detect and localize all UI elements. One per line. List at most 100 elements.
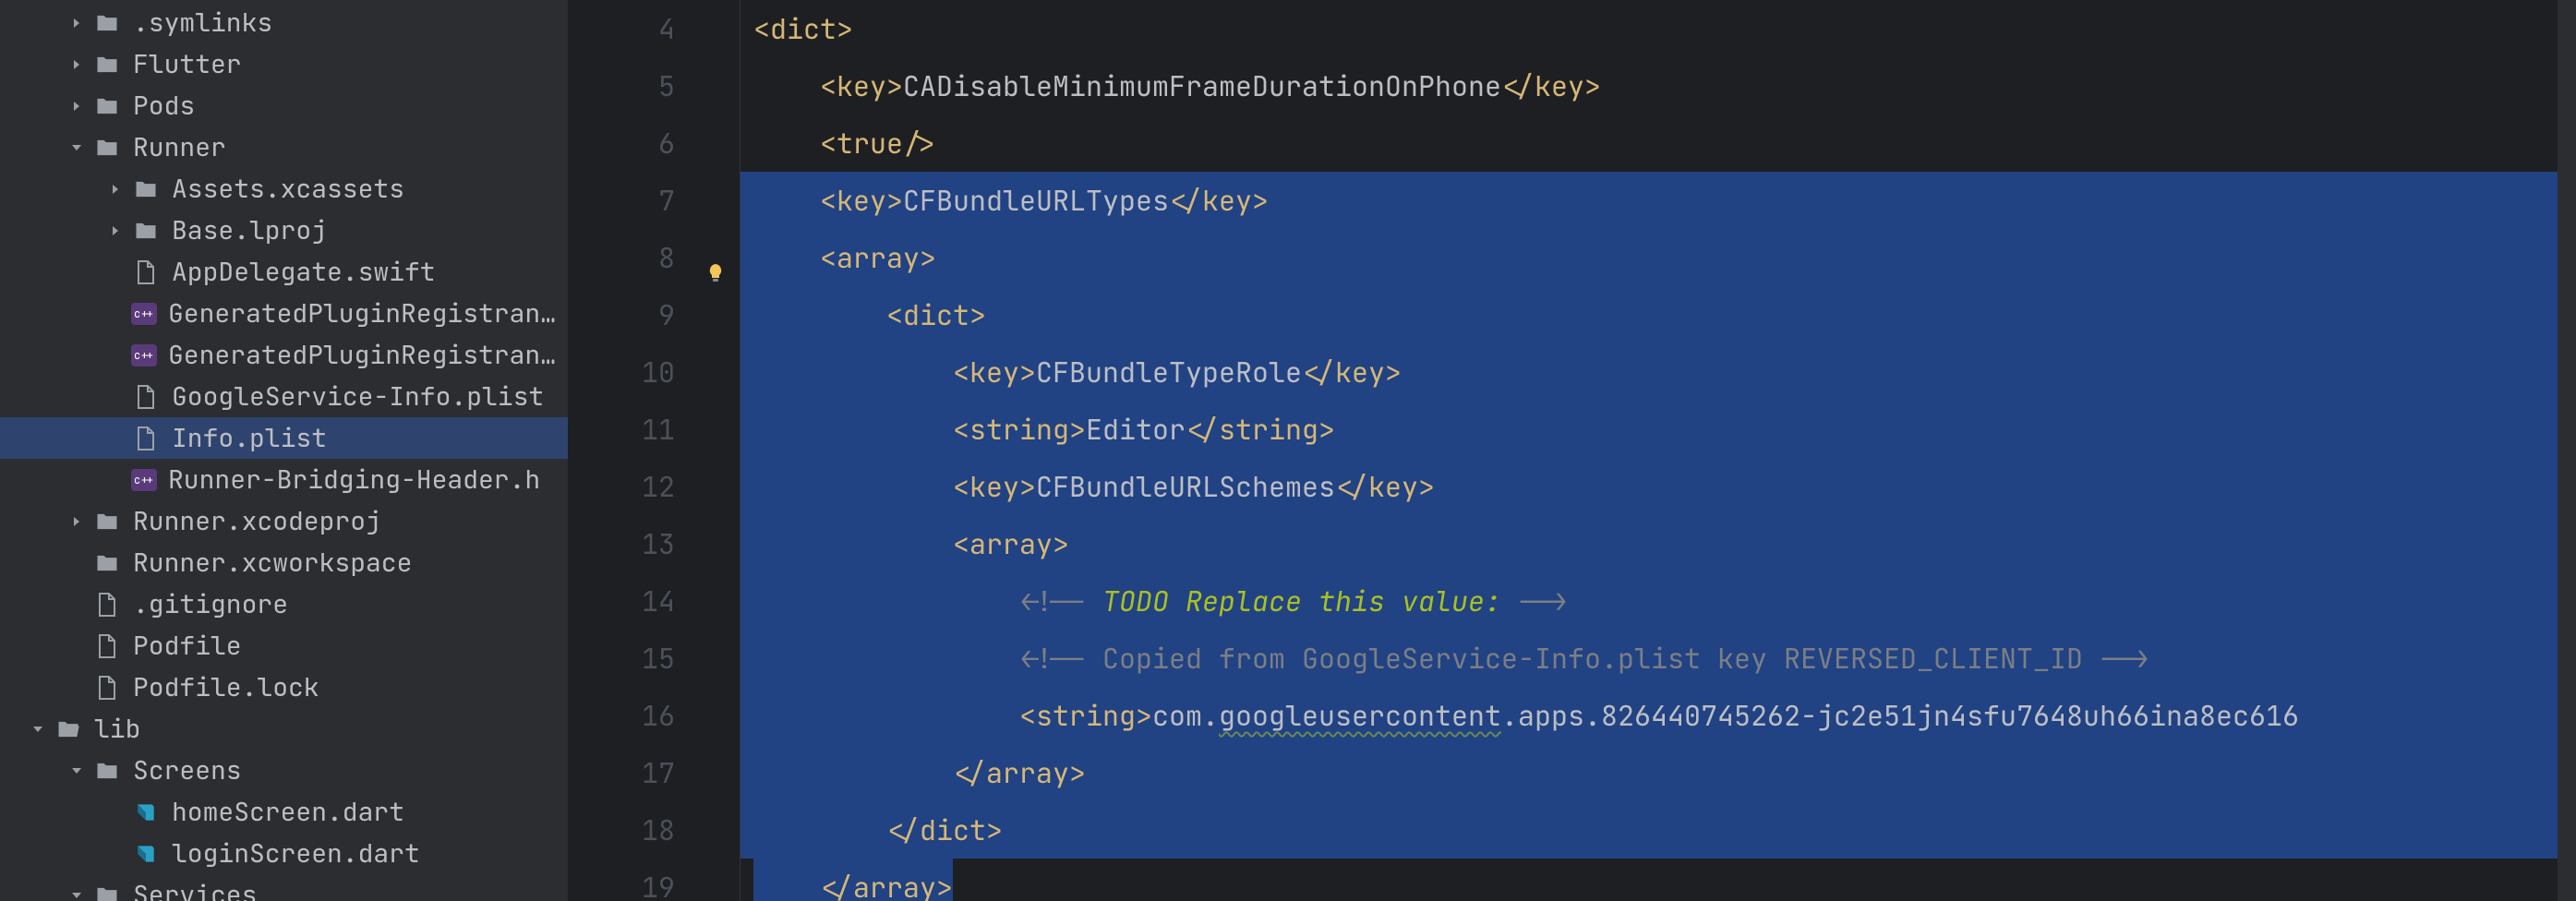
line-number[interactable]: 7: [569, 172, 740, 229]
folder-icon: [92, 881, 122, 901]
folder-icon: [131, 216, 161, 246]
tree-item-label: Runner-Bridging-Header.h: [168, 463, 568, 497]
line-number[interactable]: 9: [569, 286, 740, 343]
line-number[interactable]: 5: [569, 57, 740, 114]
dart-icon: [131, 798, 161, 827]
line-number[interactable]: 8: [569, 229, 740, 286]
code-area[interactable]: <dict> <key>CADisableMinimumFrameDuratio…: [740, 0, 2576, 901]
tree-item-label: Assets.xcassets: [172, 172, 568, 206]
line-number[interactable]: 15: [569, 630, 740, 687]
file-icon: [92, 673, 122, 703]
code-line[interactable]: <array>: [740, 515, 2576, 572]
code-line[interactable]: <string>Editor</string>: [740, 401, 2576, 458]
code-line[interactable]: <key>CFBundleTypeRole</key>: [740, 343, 2576, 401]
file-icon: [131, 258, 161, 287]
tree-item[interactable]: GeneratedPluginRegistrant.m: [0, 334, 568, 376]
chevron-none: [66, 636, 87, 656]
tree-item[interactable]: Screens: [0, 750, 568, 791]
code-line[interactable]: <dict>: [740, 0, 2576, 57]
tree-item[interactable]: Runner: [0, 126, 568, 168]
tree-item[interactable]: AppDelegate.swift: [0, 251, 568, 293]
code-line[interactable]: <!-- TODO Replace this value: -->: [740, 572, 2576, 630]
line-number[interactable]: 12: [569, 458, 740, 515]
line-number[interactable]: 6: [569, 114, 740, 172]
line-number[interactable]: 11: [569, 401, 740, 458]
file-icon: [92, 590, 122, 619]
tree-item-label: Podfile.lock: [133, 670, 568, 704]
project-tree[interactable]: .symlinksFlutterPodsRunner Assets.xcasset…: [0, 0, 569, 901]
folder-icon: [92, 756, 122, 786]
tree-item[interactable]: Podfile: [0, 625, 568, 667]
cpp-icon: [131, 303, 157, 325]
folder-icon: [92, 548, 122, 578]
chevron-down-icon[interactable]: [28, 719, 48, 739]
tree-item-label: Podfile: [133, 629, 568, 663]
chevron-right-icon[interactable]: [66, 54, 87, 75]
line-number[interactable]: 19: [569, 859, 740, 901]
code-line[interactable]: <string>com.googleusercontent.apps.82644…: [740, 687, 2576, 744]
tree-item[interactable]: .gitignore: [0, 583, 568, 625]
code-line[interactable]: <key>CFBundleURLSchemes</key>: [740, 458, 2576, 515]
chevron-none: [66, 678, 87, 698]
folder-icon: [92, 91, 122, 121]
tree-item[interactable]: Flutter: [0, 43, 568, 85]
tree-item[interactable]: Runner.xcodeproj: [0, 500, 568, 542]
tree-item[interactable]: GeneratedPluginRegistrant.h: [0, 293, 568, 334]
tree-item[interactable]: Runner-Bridging-Header.h: [0, 459, 568, 500]
chevron-down-icon[interactable]: [66, 138, 87, 158]
scrollbar[interactable]: [2558, 0, 2576, 901]
file-icon: [131, 424, 161, 453]
code-line[interactable]: <!-- Copied from GoogleService-Info.plis…: [740, 630, 2576, 687]
code-line[interactable]: <key>CFBundleURLTypes</key>: [740, 172, 2576, 229]
tree-item[interactable]: loginScreen.dart: [0, 833, 568, 874]
tree-item[interactable]: Pods: [0, 85, 568, 126]
lightbulb-icon[interactable]: [704, 246, 727, 268]
line-number[interactable]: 13: [569, 515, 740, 572]
tree-item[interactable]: Assets.xcassets: [0, 168, 568, 210]
folder-open-icon: [54, 715, 83, 744]
tree-item-label: .symlinks: [133, 6, 568, 40]
tree-item-label: GoogleService-Info.plist: [172, 379, 568, 414]
chevron-right-icon[interactable]: [66, 96, 87, 116]
tree-item[interactable]: Info.plist: [0, 417, 568, 459]
tree-item[interactable]: Runner.xcworkspace: [0, 542, 568, 583]
code-line[interactable]: <array>: [740, 229, 2576, 286]
code-line[interactable]: </dict>: [740, 801, 2576, 859]
folder-icon: [92, 8, 122, 38]
chevron-down-icon[interactable]: [66, 761, 87, 781]
chevron-none: [105, 802, 126, 823]
file-icon: [131, 382, 161, 412]
code-line[interactable]: <key>CADisableMinimumFrameDurationOnPhon…: [740, 57, 2576, 114]
tree-item[interactable]: .symlinks: [0, 2, 568, 43]
line-number[interactable]: 4: [569, 0, 740, 57]
chevron-down-icon[interactable]: [66, 885, 87, 901]
tree-item[interactable]: Base.lproj: [0, 210, 568, 251]
tree-item[interactable]: Services: [0, 874, 568, 901]
code-line[interactable]: <true/>: [740, 114, 2576, 172]
code-line[interactable]: <dict>: [740, 286, 2576, 343]
line-number[interactable]: 10: [569, 343, 740, 401]
cpp-icon: [131, 344, 157, 366]
tree-item[interactable]: GoogleService-Info.plist: [0, 376, 568, 417]
line-number[interactable]: 17: [569, 744, 740, 801]
tree-item[interactable]: Podfile.lock: [0, 667, 568, 708]
file-icon: [92, 631, 122, 661]
line-number[interactable]: 14: [569, 572, 740, 630]
chevron-right-icon[interactable]: [105, 221, 126, 241]
tree-item-label: Info.plist: [172, 421, 568, 455]
tree-item-label: Runner.xcworkspace: [133, 546, 568, 580]
tree-item[interactable]: homeScreen.dart: [0, 791, 568, 833]
chevron-right-icon[interactable]: [105, 179, 126, 199]
tree-item[interactable]: lib: [0, 708, 568, 750]
chevron-none: [105, 844, 126, 864]
editor: 456789101112131415161718192021 <dict> <k…: [569, 0, 2576, 901]
tree-item-label: Screens: [133, 753, 568, 787]
code-line[interactable]: </array>: [740, 859, 2576, 901]
chevron-right-icon[interactable]: [66, 511, 87, 532]
chevron-right-icon[interactable]: [66, 13, 87, 33]
tree-item-label: loginScreen.dart: [172, 836, 568, 871]
line-number[interactable]: 18: [569, 801, 740, 859]
line-number[interactable]: 16: [569, 687, 740, 744]
code-line[interactable]: </array>: [740, 744, 2576, 801]
chevron-none: [105, 428, 126, 449]
